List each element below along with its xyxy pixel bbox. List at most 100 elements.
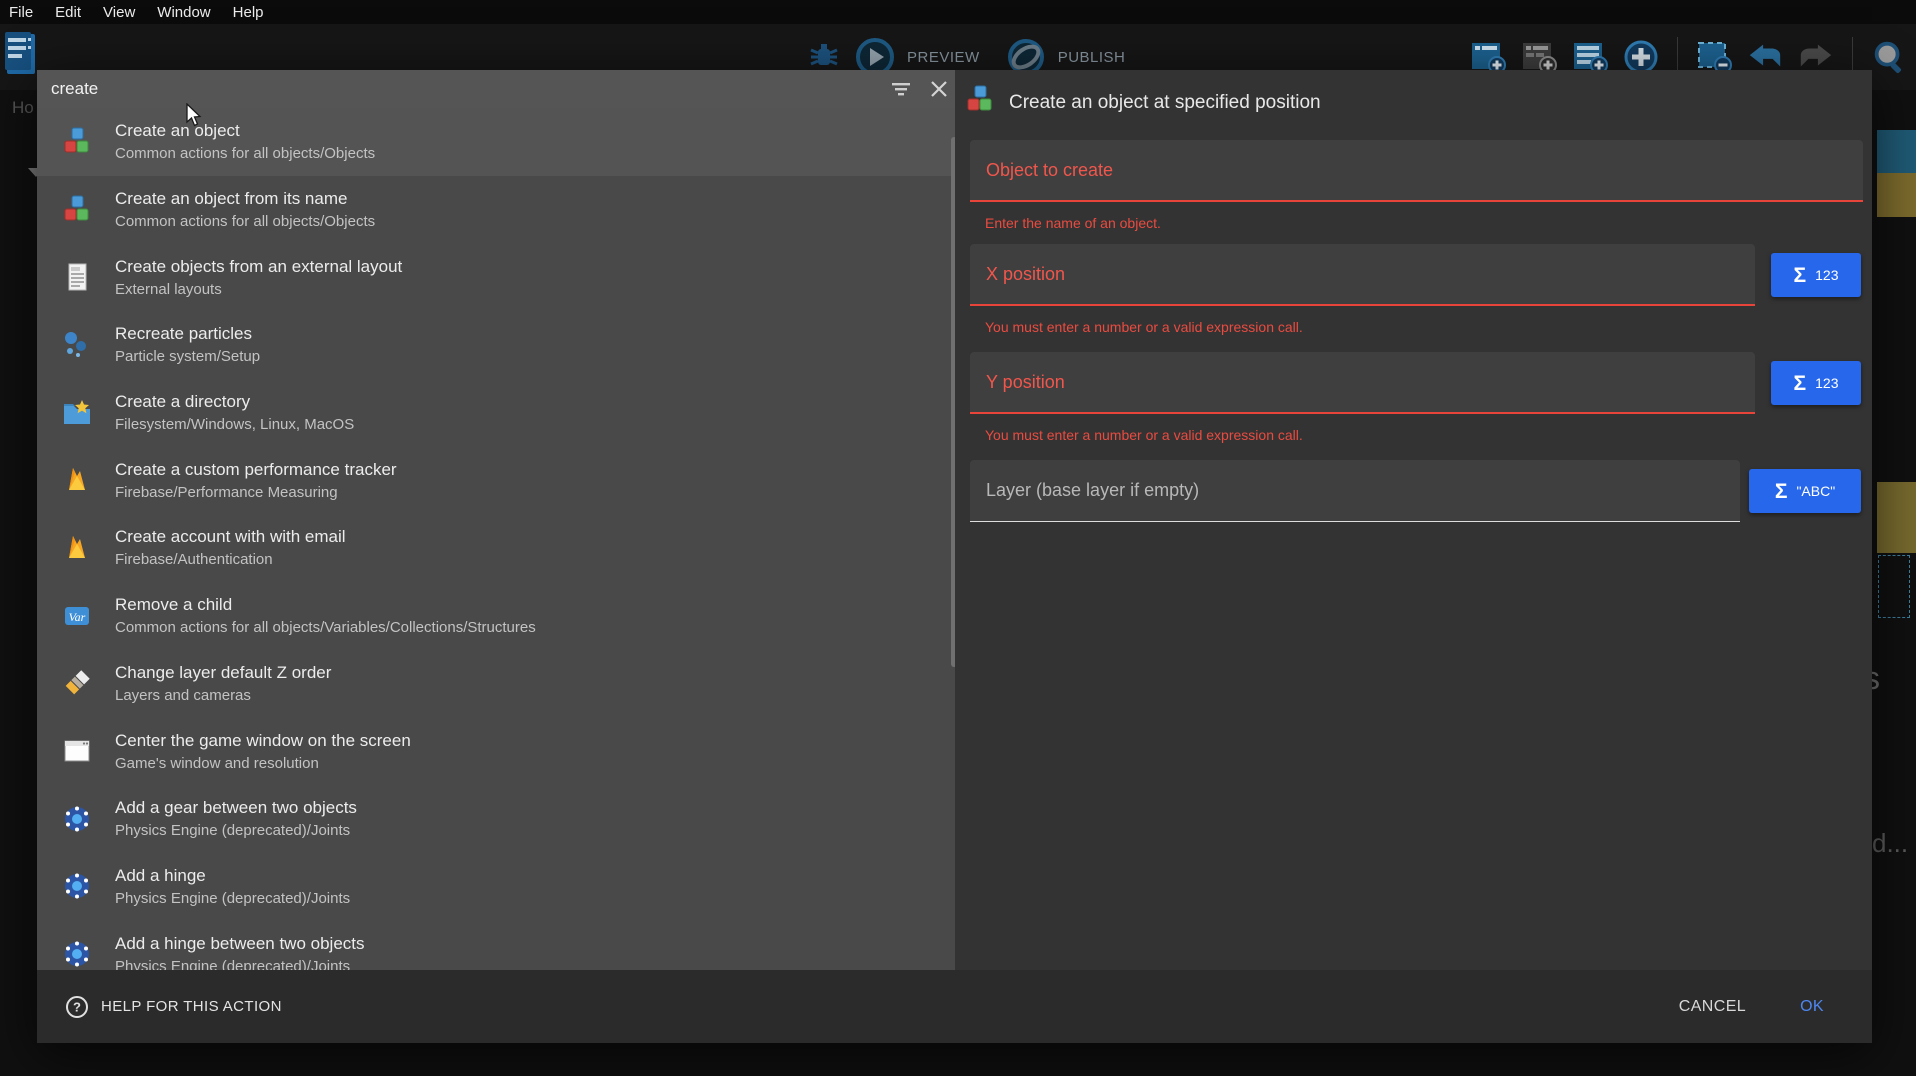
svg-text:?: ? [73, 999, 81, 1014]
action-list-item[interactable]: VarRemove a childCommon actions for all … [37, 582, 955, 650]
action-list-panel: create Create an object Common actions fo… [37, 70, 955, 970]
expression-builder-button[interactable]: Σ 123 [1771, 361, 1861, 405]
menu-item-file[interactable]: File [9, 4, 33, 21]
objects-cubes-icon [965, 85, 995, 120]
action-title: Add a gear between two objects [115, 798, 357, 817]
help-icon: ? [65, 995, 89, 1019]
scene-object-fragment [1877, 482, 1916, 553]
field-object-to-create[interactable]: Object to create [970, 140, 1863, 202]
action-list-item[interactable]: Create an object Common actions for all o… [37, 108, 955, 176]
sigma-icon: Σ [1775, 481, 1788, 502]
menu-item-window[interactable]: Window [157, 4, 210, 21]
firebase-flame-icon [62, 533, 92, 563]
action-list-item[interactable]: Add a gear between two objects Physics En… [37, 785, 955, 853]
physics-joint-icon [62, 939, 92, 969]
action-subtitle: Firebase/Performance Measuring [115, 484, 397, 501]
action-subtitle: Firebase/Authentication [115, 551, 346, 568]
physics-joint-icon [62, 871, 92, 901]
field-label: Object to create [986, 160, 1113, 181]
close-icon[interactable] [929, 79, 949, 99]
sigma-icon: Σ [1794, 373, 1807, 394]
action-subtitle: External layouts [115, 281, 402, 298]
action-subtitle: Layers and cameras [115, 687, 331, 704]
search-input[interactable]: create [51, 79, 891, 99]
detail-title: Create an object at specified position [1009, 92, 1321, 114]
action-subtitle: Common actions for all objects/Objects [115, 213, 375, 230]
debug-icon[interactable] [805, 40, 843, 74]
action-title: Create an object [115, 121, 375, 140]
action-subtitle: Physics Engine (deprecated)/Joints [115, 958, 365, 970]
preview-label[interactable]: PREVIEW [907, 49, 980, 66]
action-subtitle: Physics Engine (deprecated)/Joints [115, 890, 350, 907]
field-x-position[interactable]: X position [970, 244, 1755, 306]
action-title: Add a hinge [115, 866, 350, 885]
action-subtitle: Game's window and resolution [115, 755, 411, 772]
variable-icon: Var [62, 601, 92, 631]
action-list: Create an object Common actions for all o… [37, 108, 955, 970]
firebase-flame-icon [62, 465, 92, 495]
search-icon[interactable] [1870, 38, 1908, 76]
dialog-footer: ? HELP FOR THIS ACTION CANCEL OK [37, 970, 1872, 1043]
action-list-item[interactable]: Recreate particlesParticle system/Setup [37, 311, 955, 379]
field-layer-base-layer-if-empty[interactable]: Layer (base layer if empty) [970, 460, 1740, 522]
scene-text-fragment: d... [1872, 828, 1908, 859]
field-helper-text: Enter the name of an object. [985, 215, 1161, 231]
expression-type-label: "ABC" [1796, 483, 1835, 499]
action-list-item[interactable]: Create a directory Filesystem/Windows, Li… [37, 379, 955, 447]
filter-icon[interactable] [891, 79, 911, 99]
help-label: HELP FOR THIS ACTION [101, 998, 282, 1015]
action-list-item[interactable]: Create account with with emailFirebase/A… [37, 514, 955, 582]
expression-builder-button[interactable]: Σ 123 [1771, 253, 1861, 297]
physics-joint-icon [62, 804, 92, 834]
field-label: Layer (base layer if empty) [986, 480, 1199, 501]
action-title: Change layer default Z order [115, 663, 331, 682]
action-list-item[interactable]: Change layer default Z order Layers and c… [37, 650, 955, 718]
project-manager-icon[interactable] [5, 32, 39, 78]
objects-cubes-icon [62, 195, 92, 225]
field-y-position[interactable]: Y position [970, 352, 1755, 414]
action-list-item[interactable]: Add a hinge Physics Engine (deprecated)/J… [37, 853, 955, 921]
action-title: Remove a child [115, 595, 536, 614]
field-label: Y position [986, 372, 1065, 393]
action-title: Create objects from an external layout [115, 257, 402, 276]
action-list-item[interactable]: Create a custom performance tracker Fireb… [37, 446, 955, 514]
menu-bar: File Edit View Window Help [0, 0, 1916, 24]
field-label: X position [986, 264, 1065, 285]
menu-item-view[interactable]: View [103, 4, 135, 21]
action-title: Create a directory [115, 392, 354, 411]
folder-star-icon [62, 398, 92, 428]
ok-button[interactable]: OK [1794, 997, 1830, 1017]
home-tab-label[interactable]: Ho [12, 98, 34, 118]
scene-object-fragment [1877, 173, 1916, 217]
action-title: Add a hinge between two objects [115, 934, 365, 953]
scene-object-fragment [1877, 130, 1916, 173]
action-list-item[interactable]: Center the game window on the screen Game… [37, 717, 955, 785]
cancel-button[interactable]: CANCEL [1673, 997, 1752, 1017]
publish-label[interactable]: PUBLISH [1058, 49, 1126, 66]
action-list-item[interactable]: Create objects from an external layout Ex… [37, 243, 955, 311]
expression-type-label: 123 [1815, 267, 1838, 283]
external-layout-icon [62, 262, 92, 292]
action-list-item[interactable]: Add a hinge between two objects Physics E… [37, 920, 955, 970]
menu-item-edit[interactable]: Edit [55, 4, 81, 21]
menu-item-help[interactable]: Help [233, 4, 264, 21]
objects-cubes-icon [62, 127, 92, 157]
action-subtitle: Physics Engine (deprecated)/Joints [115, 822, 357, 839]
action-title: Create a custom performance tracker [115, 460, 397, 479]
action-subtitle: Particle system/Setup [115, 348, 260, 365]
svg-text:Var: Var [69, 610, 86, 624]
action-subtitle: Filesystem/Windows, Linux, MacOS [115, 416, 354, 433]
action-subtitle: Common actions for all objects/Objects [115, 145, 375, 162]
action-title: Center the game window on the screen [115, 731, 411, 750]
sigma-icon: Σ [1794, 265, 1807, 286]
action-list-item[interactable]: Create an object from its name Common act… [37, 176, 955, 244]
expression-builder-button[interactable]: Σ "ABC" [1749, 469, 1861, 513]
z-order-icon [62, 668, 92, 698]
help-button[interactable]: ? HELP FOR THIS ACTION [65, 995, 282, 1019]
expression-type-label: 123 [1815, 375, 1838, 391]
game-window-icon [62, 736, 92, 766]
instruction-editor-dialog: create Create an object Common actions fo… [37, 70, 1872, 1043]
action-title: Create an object from its name [115, 189, 375, 208]
particles-icon [62, 330, 92, 360]
scene-selection-fragment [1878, 555, 1910, 618]
